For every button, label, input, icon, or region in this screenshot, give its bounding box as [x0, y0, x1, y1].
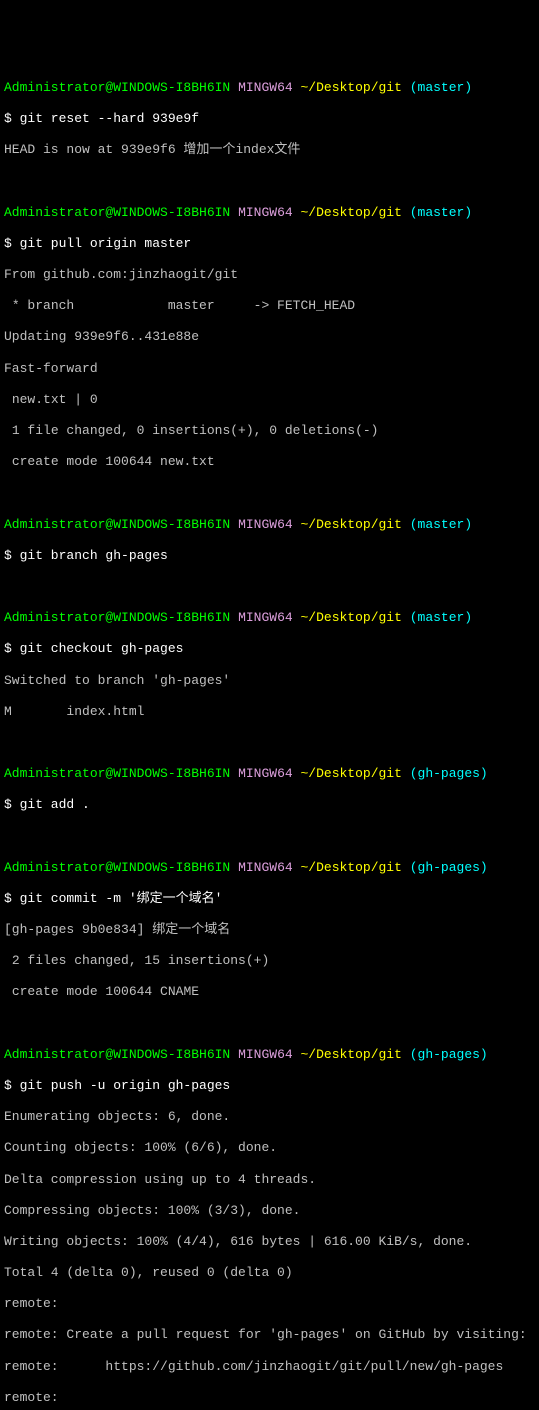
prompt-line: Administrator@WINDOWS-I8BH6IN MINGW64 ~/…	[4, 80, 535, 96]
prompt-line: Administrator@WINDOWS-I8BH6IN MINGW64 ~/…	[4, 766, 535, 782]
prompt-user: Administrator@WINDOWS-I8BH6IN	[4, 1047, 230, 1062]
output-text: Switched to branch 'gh-pages'	[4, 673, 535, 689]
output-text: 2 files changed, 15 insertions(+)	[4, 953, 535, 969]
output-text: HEAD is now at 939e9f6 增加一个index文件	[4, 142, 535, 158]
command-text: $ git pull origin master	[4, 236, 535, 252]
command-text: $ git reset --hard 939e9f	[4, 111, 535, 127]
prompt-branch: (master)	[410, 205, 472, 220]
prompt-user: Administrator@WINDOWS-I8BH6IN	[4, 517, 230, 532]
prompt-user: Administrator@WINDOWS-I8BH6IN	[4, 80, 230, 95]
prompt-user: Administrator@WINDOWS-I8BH6IN	[4, 205, 230, 220]
prompt-path: ~/Desktop/git	[300, 1047, 401, 1062]
prompt-branch: (master)	[410, 517, 472, 532]
prompt-host: MINGW64	[238, 517, 293, 532]
prompt-host: MINGW64	[238, 80, 293, 95]
output-text: From github.com:jinzhaogit/git	[4, 267, 535, 283]
prompt-user: Administrator@WINDOWS-I8BH6IN	[4, 766, 230, 781]
prompt-host: MINGW64	[238, 1047, 293, 1062]
output-text: Total 4 (delta 0), reused 0 (delta 0)	[4, 1265, 535, 1281]
prompt-line: Administrator@WINDOWS-I8BH6IN MINGW64 ~/…	[4, 517, 535, 533]
output-text: M index.html	[4, 704, 535, 720]
output-text: Counting objects: 100% (6/6), done.	[4, 1140, 535, 1156]
output-text: Updating 939e9f6..431e88e	[4, 329, 535, 345]
output-text: [gh-pages 9b0e834] 绑定一个域名	[4, 922, 535, 938]
prompt-path: ~/Desktop/git	[300, 766, 401, 781]
prompt-path: ~/Desktop/git	[300, 80, 401, 95]
output-text: remote: Create a pull request for 'gh-pa…	[4, 1327, 535, 1343]
output-text: new.txt | 0	[4, 392, 535, 408]
prompt-path: ~/Desktop/git	[300, 610, 401, 625]
command-text: $ git checkout gh-pages	[4, 641, 535, 657]
terminal-output[interactable]: Administrator@WINDOWS-I8BH6IN MINGW64 ~/…	[4, 64, 535, 1410]
prompt-branch: (gh-pages)	[410, 766, 488, 781]
prompt-branch: (gh-pages)	[410, 860, 488, 875]
output-text: Enumerating objects: 6, done.	[4, 1109, 535, 1125]
output-text: remote:	[4, 1390, 535, 1406]
output-text: 1 file changed, 0 insertions(+), 0 delet…	[4, 423, 535, 439]
prompt-path: ~/Desktop/git	[300, 205, 401, 220]
prompt-host: MINGW64	[238, 205, 293, 220]
prompt-user: Administrator@WINDOWS-I8BH6IN	[4, 610, 230, 625]
prompt-line: Administrator@WINDOWS-I8BH6IN MINGW64 ~/…	[4, 610, 535, 626]
prompt-path: ~/Desktop/git	[300, 517, 401, 532]
prompt-user: Administrator@WINDOWS-I8BH6IN	[4, 860, 230, 875]
prompt-branch: (gh-pages)	[410, 1047, 488, 1062]
output-text: Fast-forward	[4, 361, 535, 377]
prompt-host: MINGW64	[238, 610, 293, 625]
output-text: * branch master -> FETCH_HEAD	[4, 298, 535, 314]
output-text: Writing objects: 100% (4/4), 616 bytes |…	[4, 1234, 535, 1250]
prompt-branch: (master)	[410, 610, 472, 625]
output-text: remote: https://github.com/jinzhaogit/gi…	[4, 1359, 535, 1375]
command-text: $ git branch gh-pages	[4, 548, 535, 564]
output-text: create mode 100644 CNAME	[4, 984, 535, 1000]
command-text: $ git commit -m '绑定一个域名'	[4, 891, 535, 907]
output-text: Delta compression using up to 4 threads.	[4, 1172, 535, 1188]
prompt-line: Administrator@WINDOWS-I8BH6IN MINGW64 ~/…	[4, 860, 535, 876]
prompt-line: Administrator@WINDOWS-I8BH6IN MINGW64 ~/…	[4, 1047, 535, 1063]
command-text: $ git add .	[4, 797, 535, 813]
output-text: remote:	[4, 1296, 535, 1312]
output-text: Compressing objects: 100% (3/3), done.	[4, 1203, 535, 1219]
prompt-path: ~/Desktop/git	[300, 860, 401, 875]
prompt-branch: (master)	[410, 80, 472, 95]
prompt-host: MINGW64	[238, 766, 293, 781]
output-text: create mode 100644 new.txt	[4, 454, 535, 470]
prompt-host: MINGW64	[238, 860, 293, 875]
command-text: $ git push -u origin gh-pages	[4, 1078, 535, 1094]
prompt-line: Administrator@WINDOWS-I8BH6IN MINGW64 ~/…	[4, 205, 535, 221]
